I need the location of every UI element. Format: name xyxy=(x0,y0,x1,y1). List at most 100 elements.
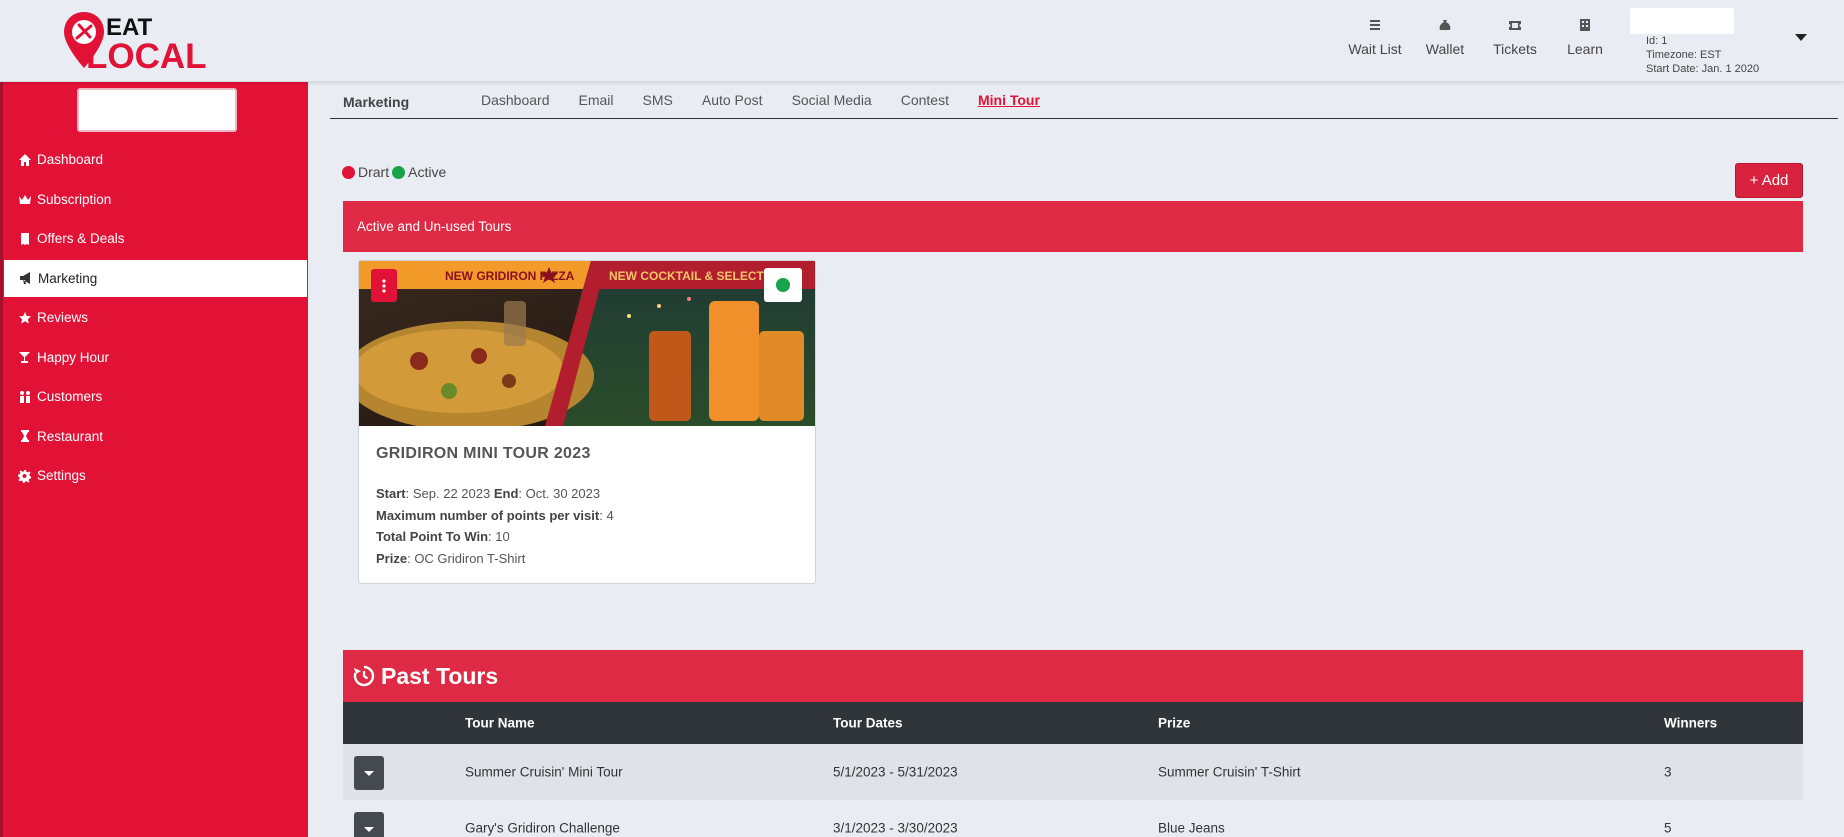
marketing-subnav: Marketing Dashboard Email SMS Auto Post … xyxy=(330,82,1838,119)
active-status-dot-icon xyxy=(776,278,790,292)
col-winners[interactable]: Winners xyxy=(1664,716,1717,731)
top-nav-label: Wait List xyxy=(1348,41,1402,57)
tour-options-button[interactable] xyxy=(371,269,397,302)
sidebar-item-customers[interactable]: Customers xyxy=(3,377,308,417)
star-icon xyxy=(19,311,31,324)
tour-dates-cell: 5/1/2023 - 5/31/2023 xyxy=(833,764,958,780)
top-nav-label: Tickets xyxy=(1493,41,1537,57)
tour-dates-cell: 3/1/2023 - 3/30/2023 xyxy=(833,820,958,836)
sidebar-item-settings[interactable]: Settings xyxy=(3,456,308,496)
sidebar-item-subscription[interactable]: Subscription xyxy=(3,180,308,220)
legend-active-label: Active xyxy=(408,164,447,180)
tab-social-media[interactable]: Social Media xyxy=(792,92,872,108)
prize-cell: Summer Cruisin' T-Shirt xyxy=(1158,764,1301,780)
past-tours-title: Past Tours xyxy=(381,662,499,689)
top-nav-learn[interactable]: Learn xyxy=(1550,18,1620,57)
expand-row-button[interactable] xyxy=(354,756,384,790)
tab-dashboard[interactable]: Dashboard xyxy=(481,92,550,108)
tour-end-date: Oct. 30 2023 xyxy=(525,486,601,501)
col-prize[interactable]: Prize xyxy=(1158,716,1190,731)
main-content: Marketing Dashboard Email SMS Auto Post … xyxy=(308,82,1844,837)
sidebar-item-restaurant[interactable]: Restaurant xyxy=(3,417,308,457)
tour-total-points: 10 xyxy=(495,529,510,544)
winners-cell: 5 xyxy=(1664,820,1672,836)
history-icon xyxy=(353,665,375,687)
sidebar-item-label: Restaurant xyxy=(37,428,104,444)
top-nav-wallet[interactable]: Wallet xyxy=(1410,18,1480,57)
sidebar-item-label: Customers xyxy=(37,389,103,405)
eat-local-logo[interactable]: EAT LOCAL xyxy=(62,10,252,76)
tour-name-cell: Gary's Gridiron Challenge xyxy=(465,820,620,836)
ticket-icon xyxy=(1509,21,1521,30)
prize-label: Prize xyxy=(376,550,408,566)
table-header-row: Tour Name Tour Dates Prize Winners xyxy=(343,702,1803,744)
max-points-label: Maximum number of points per visit xyxy=(376,507,600,523)
crown-icon xyxy=(19,195,31,205)
tour-card[interactable]: NEW GRIDIRON PIZZA NEW COCKTAIL & SELECT… xyxy=(358,260,816,584)
sidebar-item-offers-deals[interactable]: Offers & Deals xyxy=(3,219,308,259)
home-icon xyxy=(19,153,31,166)
tab-contest[interactable]: Contest xyxy=(901,92,949,108)
tour-details: Start: Sep. 22 2023 End: Oct. 30 2023 Ma… xyxy=(376,486,614,566)
active-tours-header: Active and Un-used Tours xyxy=(343,201,1803,252)
users-icon xyxy=(20,390,30,403)
draft-dot-icon xyxy=(342,165,355,179)
user-name-box xyxy=(1630,8,1734,34)
expand-row-button[interactable] xyxy=(354,812,384,837)
winners-cell: 3 xyxy=(1664,764,1672,780)
sidebar-menu: Dashboard Subscription Offers & Deals Ma… xyxy=(3,140,308,496)
table-row: Gary's Gridiron Challenge 3/1/2023 - 3/3… xyxy=(343,800,1803,837)
section-title: Active and Un-used Tours xyxy=(357,219,512,234)
tab-auto-post[interactable]: Auto Post xyxy=(702,92,763,108)
user-info: Id: 1 Timezone: EST Start Date: Jan. 1 2… xyxy=(1646,34,1759,76)
cocktail-icon xyxy=(19,352,30,364)
tour-status-indicator xyxy=(764,268,802,302)
tour-banner-image: NEW GRIDIRON PIZZA NEW COCKTAIL & SELECT… xyxy=(359,261,815,426)
sidebar-item-happy-hour[interactable]: Happy Hour xyxy=(3,338,308,378)
past-tours-table: Tour Name Tour Dates Prize Winners Summe… xyxy=(343,702,1803,837)
top-nav: Wait List Wallet Tickets Learn xyxy=(1340,18,1620,57)
top-nav-label: Wallet xyxy=(1425,41,1465,57)
sidebar-item-label: Happy Hour xyxy=(37,349,110,365)
megaphone-icon xyxy=(20,272,30,285)
list-icon xyxy=(1370,20,1380,30)
active-dot-icon xyxy=(392,165,406,179)
user-menu-caret-icon[interactable] xyxy=(1795,34,1807,41)
subnav-title: Marketing xyxy=(343,94,410,110)
end-label: End xyxy=(493,486,519,501)
sidebar-item-label: Subscription xyxy=(37,191,112,207)
tab-sms[interactable]: SMS xyxy=(643,92,673,108)
col-tour-dates[interactable]: Tour Dates xyxy=(833,716,903,731)
money-bag-icon xyxy=(1439,20,1451,30)
total-points-label: Total Point To Win xyxy=(376,529,489,544)
past-tours-header: Past Tours xyxy=(343,650,1803,702)
vertical-dots-icon xyxy=(382,278,386,293)
tab-email[interactable]: Email xyxy=(579,92,614,108)
banner-right-text: NEW COCKTAIL & SELECTED xyxy=(609,269,781,283)
tab-mini-tour[interactable]: Mini Tour xyxy=(978,92,1040,108)
gear-icon xyxy=(18,469,31,483)
sidebar-item-label: Offers & Deals xyxy=(37,231,125,247)
sidebar-item-label: Reviews xyxy=(37,310,89,326)
banner-left-text: NEW GRIDIRON PIZZA xyxy=(445,269,575,283)
col-tour-name[interactable]: Tour Name xyxy=(465,716,535,731)
sidebar-item-reviews[interactable]: Reviews xyxy=(3,298,308,338)
chef-icon xyxy=(21,430,29,443)
top-nav-tickets[interactable]: Tickets xyxy=(1480,18,1550,57)
tour-max-points: 4 xyxy=(606,507,614,523)
sidebar: Dashboard Subscription Offers & Deals Ma… xyxy=(0,82,308,837)
tour-prize: OC Gridiron T-Shirt xyxy=(414,550,526,566)
add-tour-button[interactable]: + Add xyxy=(1735,163,1803,198)
top-nav-wait-list[interactable]: Wait List xyxy=(1340,18,1410,57)
user-start-date: Start Date: Jan. 1 2020 xyxy=(1646,63,1760,75)
start-label: Start xyxy=(376,486,406,501)
tour-title: GRIDIRON MINI TOUR 2023 xyxy=(376,445,591,462)
top-header: EAT LOCAL Wait List Wallet Tickets Learn… xyxy=(0,0,1844,82)
top-nav-label: Learn xyxy=(1567,41,1603,57)
tour-name-cell: Summer Cruisin' Mini Tour xyxy=(465,764,623,780)
receipt-icon xyxy=(21,232,29,245)
svg-text:LOCAL: LOCAL xyxy=(86,37,207,74)
sidebar-search-box[interactable] xyxy=(77,88,237,132)
sidebar-item-marketing[interactable]: Marketing xyxy=(3,258,308,298)
sidebar-item-dashboard[interactable]: Dashboard xyxy=(3,140,308,180)
